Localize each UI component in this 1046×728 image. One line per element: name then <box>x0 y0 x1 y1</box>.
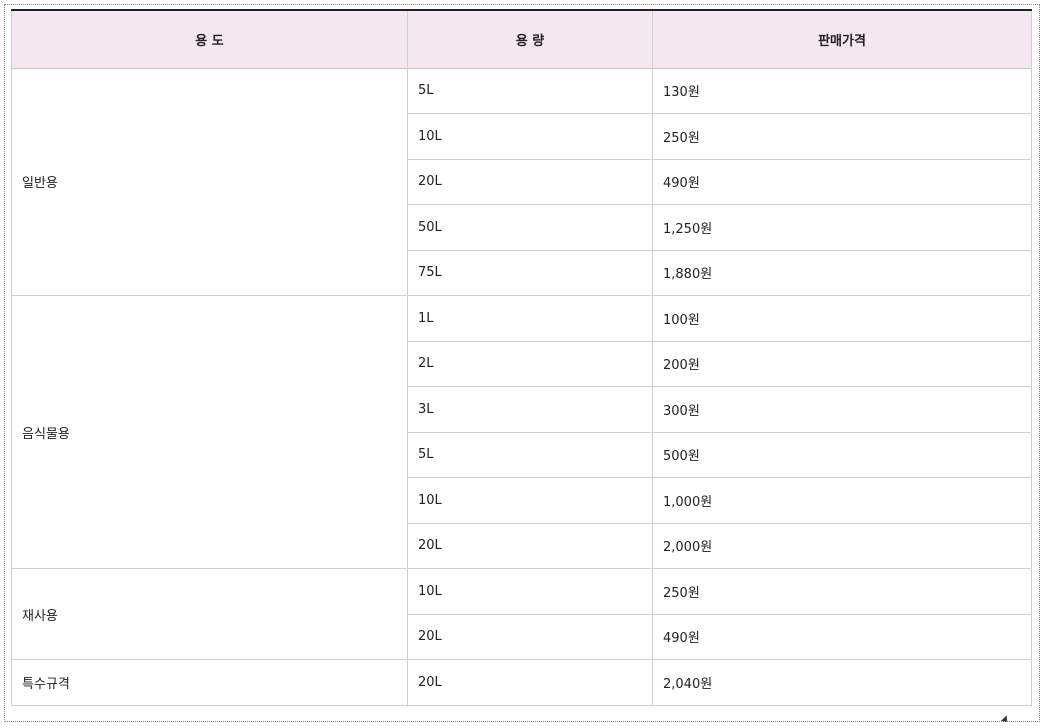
price-cell: 490원 <box>652 158 1032 205</box>
price-cell: 200원 <box>652 340 1032 387</box>
table-row: 재사용 10L 250원 <box>11 568 1032 660</box>
price-cell: 500원 <box>652 431 1032 478</box>
capacity-cell: 20L <box>407 522 653 569</box>
table-body: 일반용 5L 130원 10L 250원 20L 490원 50L 1,250원 75L 1,880… <box>11 67 1032 706</box>
capacity-cell: 2L <box>407 340 653 387</box>
usage-cell: 음식물용 <box>11 295 408 569</box>
price-cell: 1,880원 <box>652 249 1032 296</box>
capacity-cell: 50L <box>407 204 653 251</box>
table-row: 일반용 5L 130원 <box>11 67 1032 296</box>
capacity-cell: 10L <box>407 113 653 160</box>
capacity-cell: 10L <box>407 477 653 524</box>
capacity-cell: 20L <box>407 613 653 660</box>
header-price: 판매가격 <box>652 9 1032 69</box>
price-cell: 100원 <box>652 295 1032 342</box>
table-row: 음식물용 1L 100원 <box>11 295 1032 569</box>
header-usage: 용 도 <box>11 9 408 69</box>
price-table-container: 용 도 용 량 판매가격 일반용 5L 130원 10L 250원 20L 490원 50L 1… <box>11 9 1032 706</box>
capacity-cell: 1L <box>407 295 653 342</box>
usage-cell: 재사용 <box>11 568 408 660</box>
capacity-cell: 75L <box>407 249 653 296</box>
price-cell: 1,000원 <box>652 477 1032 524</box>
usage-cell: 특수규격 <box>11 659 408 706</box>
capacity-cell: 5L <box>407 67 653 114</box>
usage-cell: 일반용 <box>11 67 408 296</box>
bag-price-table: 용 도 용 량 판매가격 일반용 5L 130원 10L 250원 20L 490원 50L 1… <box>11 9 1032 706</box>
price-cell: 250원 <box>652 568 1032 615</box>
price-cell: 2,040원 <box>652 659 1032 706</box>
price-cell: 130원 <box>652 67 1032 114</box>
capacity-cell: 20L <box>407 659 653 706</box>
price-cell: 490원 <box>652 613 1032 660</box>
price-cell: 250원 <box>652 113 1032 160</box>
header-capacity: 용 량 <box>407 9 653 69</box>
table-header-row: 용 도 용 량 판매가격 <box>11 9 1032 69</box>
capacity-cell: 10L <box>407 568 653 615</box>
price-cell: 1,250원 <box>652 204 1032 251</box>
price-cell: 2,000원 <box>652 522 1032 569</box>
capacity-cell: 5L <box>407 431 653 478</box>
capacity-cell: 3L <box>407 386 653 433</box>
price-cell: 300원 <box>652 386 1032 433</box>
table-row: 특수규격 20L 2,040원 <box>11 659 1032 706</box>
capacity-cell: 20L <box>407 158 653 205</box>
